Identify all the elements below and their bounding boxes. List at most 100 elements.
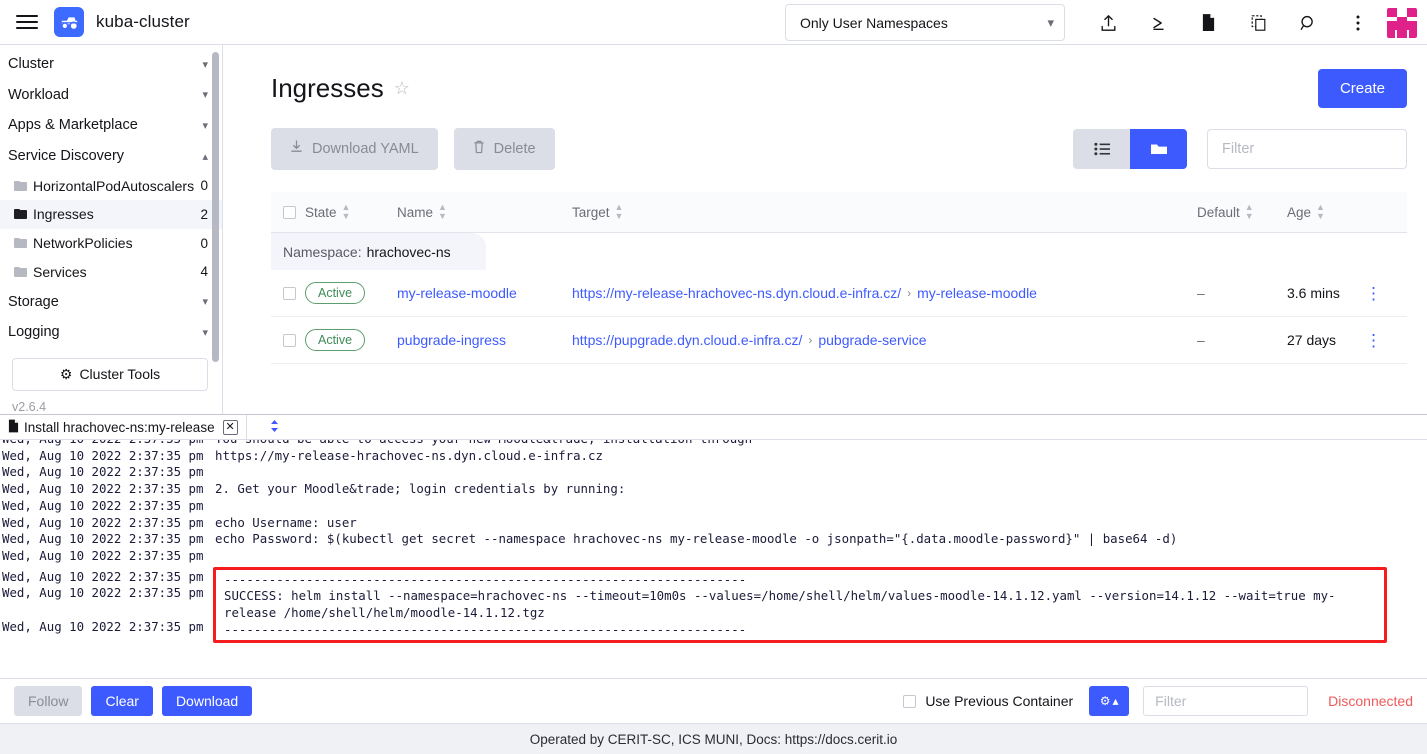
row-checkbox[interactable] <box>283 287 296 300</box>
folder-icon <box>14 181 27 191</box>
sidebar-item-label: Ingresses <box>33 206 200 222</box>
column-header-target[interactable]: Target ▲▼ <box>572 203 1197 221</box>
overflow-menu-icon[interactable] <box>1333 0 1383 45</box>
select-all-checkbox[interactable] <box>283 206 296 219</box>
download-yaml-label: Download YAML <box>312 141 419 157</box>
row-state-cell: Active <box>305 282 397 304</box>
footer-text: Operated by CERIT-SC, ICS MUNI, Docs: ht… <box>530 732 898 747</box>
copy-kubeconfig-icon[interactable] <box>1233 0 1283 45</box>
star-outline-icon[interactable]: ☆ <box>394 78 410 99</box>
log-message: SUCCESS: helm install --namespace=hracho… <box>224 588 1384 605</box>
document-icon <box>8 419 19 436</box>
column-header-age[interactable]: Age ▲▼ <box>1287 203 1365 221</box>
chevron-up-icon: ▴ <box>1113 694 1119 708</box>
select-all-checkbox-cell <box>283 206 305 219</box>
chevron-down-icon: ▾ <box>1047 15 1054 31</box>
folder-icon <box>14 238 27 248</box>
filter-input[interactable] <box>1207 129 1407 169</box>
panel-resize-icon[interactable] <box>269 419 280 435</box>
log-highlight-timestamps: Wed, Aug 10 2022 2:37:35 pm Wed, Aug 10 … <box>0 565 213 644</box>
log-line: SUCCESS: helm install --namespace=hracho… <box>224 588 1384 605</box>
follow-button[interactable]: Follow <box>14 686 82 716</box>
use-previous-container-checkbox[interactable] <box>903 695 916 708</box>
sidebar-group-cluster[interactable]: Cluster ▾ <box>0 49 222 80</box>
row-overflow-menu-icon[interactable]: ⋮ <box>1365 332 1383 349</box>
sidebar-group-logging[interactable]: Logging ▾ <box>0 317 222 348</box>
table-row[interactable]: Active pubgrade-ingress https://pupgrade… <box>271 317 1407 364</box>
delete-button[interactable]: Delete <box>454 128 555 170</box>
log-filter-input[interactable] <box>1143 686 1308 716</box>
log-message: https://my-release-hrachovec-ns.dyn.clou… <box>215 448 1427 465</box>
log-timestamp: Wed, Aug 10 2022 2:37:35 pm <box>0 585 215 602</box>
sidebar-item-label: NetworkPolicies <box>33 235 200 251</box>
kubeconfig-file-icon[interactable] <box>1183 0 1233 45</box>
age-value: 3.6 mins <box>1287 285 1340 301</box>
group-by-namespace-icon[interactable] <box>1130 129 1187 169</box>
success-highlight-box: ----------------------------------------… <box>213 567 1387 644</box>
sidebar-scrollbar[interactable] <box>212 52 219 362</box>
page-footer: Operated by CERIT-SC, ICS MUNI, Docs: ht… <box>0 723 1427 754</box>
log-message: You should be able to access your new Mo… <box>215 440 1427 448</box>
sidebar-item-label: HorizontalPodAutoscalers <box>33 178 200 194</box>
sidebar-item-horizontalpodautoscalers[interactable]: HorizontalPodAutoscalers 0 <box>0 171 222 200</box>
sort-icon: ▲▼ <box>1245 203 1254 221</box>
table-row[interactable]: Active my-release-moodle https://my-rele… <box>271 270 1407 317</box>
search-icon[interactable] <box>1283 0 1333 45</box>
clear-button[interactable]: Clear <box>91 686 152 716</box>
log-line: release /home/shell/helm/moodle-14.1.12.… <box>224 605 1384 622</box>
download-logs-button[interactable]: Download <box>162 686 252 716</box>
sidebar-group-workload[interactable]: Workload ▾ <box>0 80 222 111</box>
column-label-name: Name <box>397 205 433 220</box>
log-line: Wed, Aug 10 2022 2:37:35 pm <box>0 464 1427 481</box>
create-button[interactable]: Create <box>1318 69 1407 108</box>
rancher-logo-icon <box>54 7 84 37</box>
target-url-link[interactable]: https://my-release-hrachovec-ns.dyn.clou… <box>572 285 901 301</box>
column-header-state[interactable]: State ▲▼ <box>305 203 397 221</box>
cluster-name[interactable]: kuba-cluster <box>96 12 190 32</box>
close-icon[interactable]: ✕ <box>223 420 238 435</box>
sidebar-item-label: Services <box>33 264 200 280</box>
import-yaml-icon[interactable] <box>1083 0 1133 45</box>
sort-icon: ▲▼ <box>1316 203 1325 221</box>
folder-icon <box>14 209 27 219</box>
list-view-icon[interactable] <box>1073 129 1130 169</box>
download-yaml-button[interactable]: Download YAML <box>271 128 438 170</box>
target-separator-icon: › <box>907 286 911 300</box>
row-overflow-menu-icon[interactable]: ⋮ <box>1365 285 1383 302</box>
sidebar-group-service-discovery[interactable]: Service Discovery ▴ <box>0 141 222 172</box>
log-timestamp: Wed, Aug 10 2022 2:37:35 pm <box>0 440 215 448</box>
user-avatar[interactable] <box>1387 8 1417 38</box>
target-service-link[interactable]: my-release-moodle <box>917 285 1037 301</box>
default-value: – <box>1197 285 1205 301</box>
sidebar-group-storage[interactable]: Storage ▾ <box>0 286 222 317</box>
default-value: – <box>1197 332 1205 348</box>
sidebar-item-services[interactable]: Services 4 <box>0 258 222 287</box>
column-label-target: Target <box>572 205 610 220</box>
ingress-name-link[interactable]: pubgrade-ingress <box>397 332 506 348</box>
target-service-link[interactable]: pubgrade-service <box>818 332 926 348</box>
cluster-tools-button[interactable]: ⚙ Cluster Tools <box>12 358 208 392</box>
log-settings-button[interactable]: ⚙ ▴ <box>1089 686 1129 716</box>
log-output[interactable]: Wed, Aug 10 2022 2:37:35 pm You should b… <box>0 440 1427 678</box>
column-header-default[interactable]: Default ▲▼ <box>1197 203 1287 221</box>
top-bar-actions: Only User Namespaces ▾ <box>785 0 1427 45</box>
log-line: Wed, Aug 10 2022 2:37:35 pm https://my-r… <box>0 448 1427 465</box>
row-checkbox[interactable] <box>283 334 296 347</box>
chevron-down-icon: ▾ <box>202 88 208 101</box>
hamburger-icon[interactable] <box>0 15 54 30</box>
chevron-down-icon: ▾ <box>202 326 208 339</box>
row-age-cell: 27 days <box>1287 332 1365 348</box>
use-previous-container-toggle[interactable]: Use Previous Container <box>903 693 1073 709</box>
target-url-link[interactable]: https://pupgrade.dyn.cloud.e-infra.cz/ <box>572 332 802 348</box>
chevron-down-icon: ▾ <box>202 58 208 71</box>
namespace-filter-select[interactable]: Only User Namespaces ▾ <box>785 4 1065 41</box>
kubectl-shell-icon[interactable] <box>1133 0 1183 45</box>
ingress-name-link[interactable]: my-release-moodle <box>397 285 517 301</box>
column-header-name[interactable]: Name ▲▼ <box>397 203 572 221</box>
sidebar-item-networkpolicies[interactable]: NetworkPolicies 0 <box>0 229 222 258</box>
sidebar-item-ingresses[interactable]: Ingresses 2 <box>0 200 222 229</box>
chevron-up-icon: ▴ <box>202 150 208 163</box>
log-tab-install[interactable]: Install hrachovec-ns:my-release ✕ <box>0 415 247 440</box>
trash-icon <box>473 140 485 158</box>
sidebar-group-apps-marketplace[interactable]: Apps & Marketplace ▾ <box>0 110 222 141</box>
